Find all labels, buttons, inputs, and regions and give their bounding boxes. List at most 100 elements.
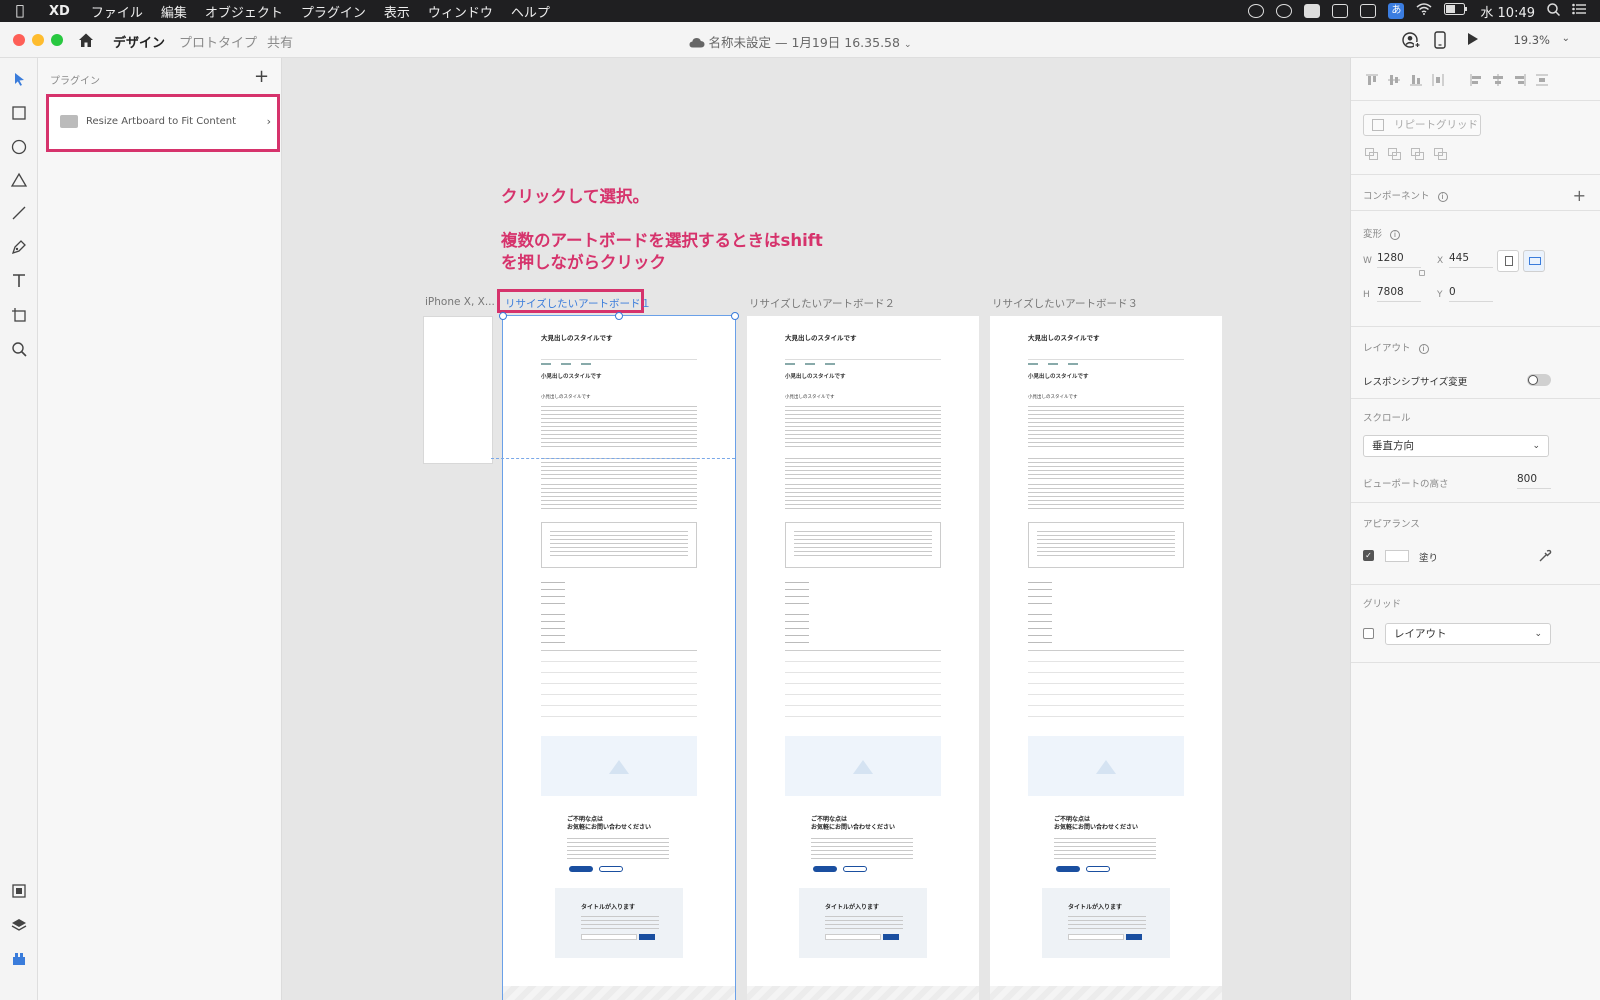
align-top-icon[interactable] — [1365, 72, 1379, 86]
tab-design[interactable]: デザイン — [113, 32, 165, 51]
airplay-icon[interactable] — [1360, 4, 1377, 18]
align-center-icon[interactable] — [1491, 72, 1505, 86]
artboard-1[interactable]: 大見出しのスタイルです 小見出しのスタイルです 小見出しのスタイルです ご不明な… — [502, 315, 736, 1000]
window-minimize-button[interactable] — [32, 34, 44, 46]
fill-checkbox[interactable]: ✓ — [1363, 550, 1374, 561]
add-component-button[interactable]: + — [1573, 186, 1586, 205]
spotlight-search-icon[interactable] — [1547, 2, 1561, 20]
menu-file[interactable]: ファイル — [82, 2, 152, 21]
scroll-direction-select[interactable]: 垂直方向 ⌄ — [1363, 435, 1549, 457]
align-right-icon[interactable] — [1513, 72, 1527, 86]
battery-icon[interactable] — [1444, 3, 1468, 19]
tab-prototype[interactable]: プロトタイプ — [179, 32, 257, 51]
page-paragraph — [541, 484, 697, 510]
design-canvas[interactable]: クリックして選択。 複数のアートボードを選択するときはshift を押しながらク… — [282, 58, 1350, 1000]
boolean-add-icon[interactable] — [1365, 148, 1379, 160]
ellipse-tool-icon[interactable] — [10, 138, 28, 156]
repeat-grid-icon — [1372, 119, 1384, 131]
align-bottom-icon[interactable] — [1409, 72, 1423, 86]
select-tool-icon[interactable] — [10, 70, 28, 88]
assets-panel-icon[interactable] — [10, 882, 28, 900]
artboard-label-1[interactable]: リサイズしたいアートボード１ — [505, 296, 651, 311]
pen-tool-icon[interactable] — [10, 238, 28, 256]
zoom-level[interactable]: 19.3% — [1513, 33, 1550, 47]
artboard-2[interactable]: 大見出しのスタイルです 小見出しのスタイルです 小見出しのスタイルです ご不明な… — [747, 316, 979, 1000]
user-share-icon[interactable] — [1402, 31, 1420, 53]
menu-window[interactable]: ウィンドウ — [419, 2, 502, 21]
viewport-height-input[interactable]: 800 — [1517, 473, 1551, 489]
line-app-icon[interactable] — [1248, 4, 1265, 18]
cloud-icon — [689, 35, 709, 50]
rectangle-tool-icon[interactable] — [10, 104, 28, 122]
menu-edit[interactable]: 編集 — [152, 2, 196, 21]
info-icon[interactable]: i — [1418, 343, 1429, 354]
artboard-3[interactable]: 大見出しのスタイルです 小見出しのスタイルです 小見出しのスタイルです ご不明な… — [990, 316, 1222, 1000]
info-icon[interactable]: i — [1390, 229, 1401, 240]
eyedropper-icon[interactable] — [1538, 548, 1552, 562]
repeat-grid-button[interactable]: リピートグリッド — [1363, 114, 1481, 136]
text-tool-icon[interactable] — [10, 272, 28, 290]
viewport-height-guide[interactable] — [491, 458, 735, 459]
chevron-down-icon[interactable]: ⌄ — [904, 40, 912, 50]
lock-aspect-icon[interactable] — [1419, 270, 1425, 276]
add-plugin-button[interactable]: + — [254, 66, 269, 87]
distribute-vertical-icon[interactable] — [1535, 72, 1549, 86]
width-input[interactable]: 1280 — [1377, 252, 1421, 268]
zoom-tool-icon[interactable] — [10, 340, 28, 358]
window-fullscreen-button[interactable] — [51, 34, 63, 46]
artboard-label-3[interactable]: リサイズしたいアートボード３ — [992, 296, 1138, 311]
distribute-horizontal-icon[interactable] — [1431, 72, 1445, 86]
y-input[interactable]: 0 — [1449, 286, 1493, 302]
x-input[interactable]: 445 — [1449, 252, 1493, 268]
creative-cloud-icon[interactable] — [1276, 4, 1293, 18]
artboard-label-iphone[interactable]: iPhone X, X... — [425, 296, 495, 308]
menu-plugins[interactable]: プラグイン — [292, 2, 375, 21]
boolean-subtract-icon[interactable] — [1388, 148, 1402, 160]
menu-help[interactable]: ヘルプ — [502, 2, 559, 21]
grid-type-select[interactable]: レイアウト ⌄ — [1385, 623, 1551, 645]
acrobat-icon[interactable] — [1304, 4, 1321, 18]
menubar-clock[interactable]: 水 10:49 — [1480, 2, 1535, 21]
divider — [1351, 584, 1600, 585]
polygon-tool-icon[interactable] — [10, 171, 28, 189]
boolean-exclude-icon[interactable] — [1434, 148, 1448, 160]
info-icon[interactable]: i — [1437, 191, 1448, 202]
artboard-iphone[interactable] — [423, 316, 493, 464]
layers-panel-icon[interactable] — [10, 916, 28, 934]
align-left-icon[interactable] — [1469, 72, 1483, 86]
artboard-label-2[interactable]: リサイズしたいアートボード２ — [749, 296, 895, 311]
window-close-button[interactable] — [13, 34, 25, 46]
align-middle-icon[interactable] — [1387, 72, 1401, 86]
grid-checkbox[interactable] — [1363, 628, 1374, 639]
input-method-icon[interactable]: あ — [1388, 3, 1405, 19]
line-tool-icon[interactable] — [10, 204, 28, 222]
portrait-orientation-icon[interactable] — [1497, 250, 1519, 272]
selection-handle[interactable] — [615, 312, 623, 320]
zoom-chevron-down-icon[interactable]: ⌄ — [1562, 33, 1570, 44]
text-tool-menubar-icon[interactable] — [1332, 4, 1349, 18]
document-title[interactable]: 名称未設定 — 1月19日 16.35.58 — [709, 35, 900, 50]
plugins-panel-icon[interactable] — [10, 950, 28, 968]
selection-handle[interactable] — [499, 312, 507, 320]
height-input[interactable]: 7808 — [1377, 286, 1421, 302]
fill-color-swatch[interactable] — [1385, 550, 1409, 562]
boolean-intersect-icon[interactable] — [1411, 148, 1425, 160]
home-icon[interactable] — [77, 31, 95, 49]
tab-share[interactable]: 共有 — [267, 32, 293, 51]
apple-icon[interactable]:  — [0, 3, 40, 19]
selection-handle[interactable] — [731, 312, 739, 320]
play-preview-icon[interactable] — [1466, 31, 1480, 51]
device-preview-icon[interactable] — [1434, 31, 1446, 53]
notification-center-icon[interactable] — [1572, 3, 1586, 19]
plugin-item-resize-artboard[interactable]: Resize Artboard to Fit Content › — [55, 103, 271, 139]
plugins-heading: プラグイン — [50, 76, 100, 87]
responsive-resize-toggle[interactable] — [1527, 374, 1551, 386]
artboard-tool-icon[interactable] — [10, 306, 28, 324]
menu-view[interactable]: 表示 — [375, 2, 419, 21]
menu-object[interactable]: オブジェクト — [196, 2, 292, 21]
chevron-right-icon[interactable]: › — [267, 115, 271, 128]
menu-app-xd[interactable]: XD — [40, 4, 82, 19]
wifi-icon[interactable] — [1416, 3, 1432, 19]
height-label: H — [1363, 290, 1370, 300]
landscape-orientation-icon[interactable] — [1523, 250, 1545, 272]
